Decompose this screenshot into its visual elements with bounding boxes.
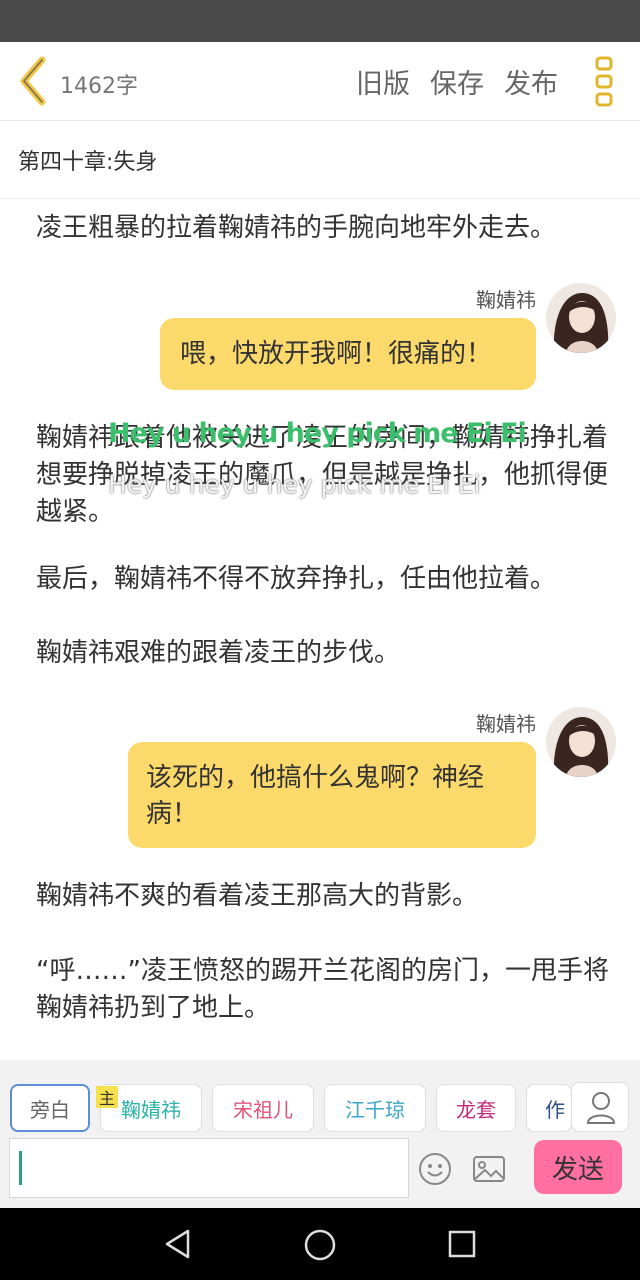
role-chip[interactable]: 作 [526, 1084, 572, 1132]
more-vertical-icon [595, 56, 613, 107]
chapter-title[interactable]: 第四十章:失身 [18, 144, 157, 176]
speaker-name: 鞠婧祎 [476, 288, 536, 312]
word-count: 1462字 [60, 74, 138, 99]
dialog-bubble[interactable]: 喂，快放开我啊！很痛的！ [160, 318, 536, 390]
more-menu-button[interactable] [592, 56, 616, 108]
status-bar [0, 0, 640, 42]
send-button[interactable]: 发送 [534, 1140, 622, 1194]
image-icon [473, 1156, 505, 1182]
user-icon [586, 1092, 616, 1124]
emoji-icon [419, 1153, 451, 1185]
role-manager-button[interactable] [571, 1082, 629, 1132]
divider [0, 198, 640, 199]
image-button[interactable] [472, 1154, 506, 1184]
publish-button[interactable]: 发布 [504, 62, 558, 101]
navigation-bar [0, 1208, 640, 1280]
back-button[interactable] [14, 56, 54, 106]
home-nav-icon[interactable] [303, 1228, 337, 1262]
overlay-text: Hey u hey u hey pick me Ei Ei [108, 418, 527, 449]
message-input[interactable] [9, 1138, 409, 1198]
narration-paragraph[interactable]: 最后，鞠婧祎不得不放弃挣扎，任由他拉着。 [36, 561, 611, 598]
narration-paragraph[interactable]: 凌王粗暴的拉着鞠婧祎的手腕向地牢外走去。 [36, 210, 611, 247]
emoji-button[interactable] [418, 1152, 452, 1186]
chevron-left-icon [20, 56, 46, 106]
speaker-name: 鞠婧祎 [476, 712, 536, 736]
top-bar: 1462字 旧版 保存 发布 [0, 42, 640, 121]
dialog-bubble[interactable]: 该死的，他搞什么鬼啊？神经病！ [128, 742, 536, 848]
recents-nav-icon[interactable] [448, 1230, 476, 1258]
narration-paragraph[interactable]: 鞠婧祎不爽的看着凌王那高大的背影。 [36, 878, 611, 915]
back-nav-icon[interactable] [162, 1228, 194, 1260]
avatar-image [546, 283, 616, 353]
text-cursor [19, 1151, 22, 1185]
role-chip[interactable]: 龙套 [436, 1084, 516, 1132]
role-selector-panel: 旁白 鞠婧祎 主 宋祖儿 江千琼 龙套 作 发送 [0, 1060, 640, 1208]
role-chip[interactable]: 宋祖儿 [212, 1084, 314, 1132]
old-version-button[interactable]: 旧版 [356, 62, 410, 101]
role-chip[interactable]: 江千琼 [324, 1084, 426, 1132]
role-chip-narrator[interactable]: 旁白 [10, 1084, 90, 1132]
avatar[interactable] [546, 283, 616, 353]
avatar[interactable] [546, 707, 616, 777]
narration-paragraph[interactable]: “呼……”凌王愤怒的踢开兰花阁的房门，一甩手将鞠婧祎扔到了地上。 [36, 953, 611, 1027]
overlay-text: Hey u hey u hey pick me Ei Ei [108, 470, 481, 499]
main-role-badge: 主 [96, 1086, 118, 1108]
avatar-image [546, 707, 616, 777]
narration-paragraph[interactable]: 鞠婧祎艰难的跟着凌王的步伐。 [36, 635, 611, 672]
save-button[interactable]: 保存 [430, 62, 484, 101]
